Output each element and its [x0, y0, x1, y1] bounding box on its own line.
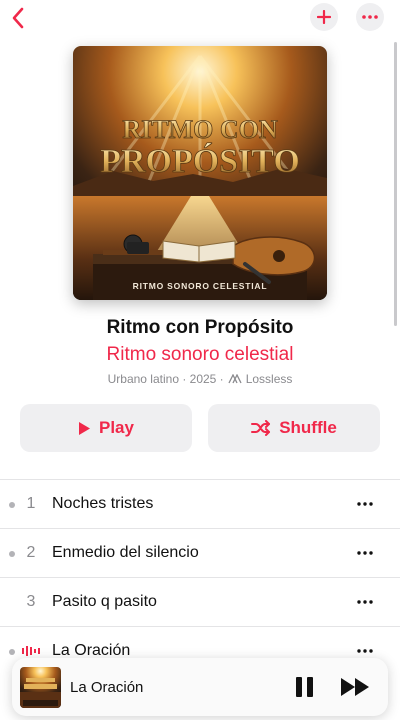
cover-caption: RITMO SONORO CELESTIAL [133, 281, 268, 291]
back-button[interactable] [4, 2, 32, 34]
track-number: 1 [26, 495, 36, 512]
cover-title-line2: PROPÓSITO [100, 142, 300, 180]
forward-icon[interactable] [338, 675, 374, 699]
ellipsis-icon [357, 502, 373, 506]
track-title: Enmedio del silencio [52, 544, 199, 561]
mini-player[interactable]: La Oración [12, 658, 388, 716]
track-more-button[interactable] [352, 543, 378, 563]
mini-player-artwork[interactable] [20, 667, 61, 708]
track-more-button[interactable] [352, 494, 378, 514]
unplayed-dot-icon [9, 649, 15, 655]
play-label: Play [99, 418, 134, 437]
pause-button[interactable] [292, 675, 316, 699]
track-row[interactable]: 1 Noches tristes [0, 479, 400, 528]
album-title: Ritmo con Propósito [106, 317, 294, 338]
unplayed-dot-icon [9, 551, 15, 557]
shuffle-icon [251, 420, 271, 436]
track-row[interactable]: 3 Pasito q pasito [0, 577, 400, 626]
play-button[interactable]: Play [20, 404, 192, 452]
plus-icon [317, 10, 331, 24]
track-number: 3 [26, 593, 36, 610]
now-playing-bars-icon [22, 646, 40, 656]
more-options-button[interactable] [356, 3, 384, 31]
add-to-library-button[interactable] [310, 3, 338, 31]
track-title: Pasito q pasito [52, 593, 157, 610]
track-more-button[interactable] [352, 592, 378, 612]
ellipsis-icon [362, 15, 378, 19]
album-meta: Urbano latino · 2025 · Lossless [0, 372, 400, 386]
scroll-indicator[interactable] [394, 42, 397, 326]
ellipsis-icon [357, 551, 373, 555]
track-number: 2 [26, 544, 36, 561]
cover-title-line1: RITMO CON [122, 115, 278, 144]
shuffle-button[interactable]: Shuffle [208, 404, 380, 452]
ellipsis-icon [357, 649, 373, 653]
top-bar [0, 0, 400, 40]
track-title: Noches tristes [52, 495, 154, 512]
track-row[interactable]: 2 Enmedio del silencio [0, 528, 400, 577]
pause-icon [295, 677, 302, 697]
quality-label: Lossless [245, 372, 293, 386]
genre-year: Urbano latino · 2025 · [107, 372, 224, 386]
play-icon [79, 421, 90, 435]
shuffle-label: Shuffle [279, 418, 337, 437]
pause-icon [306, 677, 313, 697]
mini-player-title: La Oración [70, 679, 144, 696]
artist-link[interactable]: Ritmo sonoro celestial [0, 344, 400, 366]
track-list: 1 Noches tristes 2 Enmedio del silencio … [0, 479, 400, 675]
unplayed-dot-icon [9, 502, 15, 508]
lossless-icon [228, 374, 242, 384]
album-cover: RITMO CON PROPÓSITO RITMO SONORO CELESTI… [73, 46, 327, 300]
chevron-left-icon [12, 7, 24, 29]
ellipsis-icon [357, 600, 373, 604]
